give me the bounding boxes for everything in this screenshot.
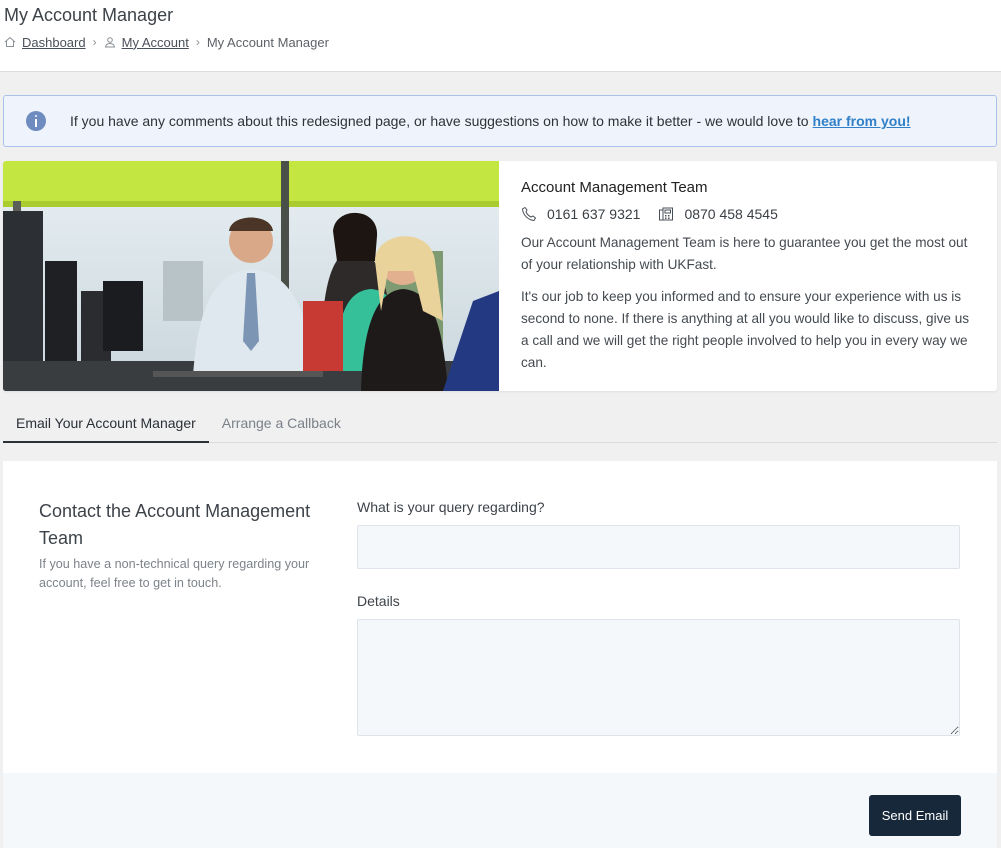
form-heading: Contact the Account Management Team [39, 501, 311, 548]
page-title: My Account Manager [4, 5, 174, 25]
send-email-button[interactable]: Send Email [869, 795, 961, 836]
phone-number: 0161 637 9321 [521, 206, 640, 222]
breadcrumb-link-dashboard[interactable]: Dashboard [22, 35, 86, 50]
team-description: Our Account Management Team is here to g… [521, 235, 968, 272]
hear-from-you-link[interactable]: hear from you! [813, 113, 911, 129]
form-intro: Contact the Account Management Team If y… [39, 498, 329, 593]
home-icon [4, 36, 16, 47]
contact-numbers: 0161 637 9321 0870 458 4545 [521, 206, 971, 222]
page-header: My Account Manager Dashboard › My Accoun… [0, 0, 1001, 72]
phone-number-text: 0161 637 9321 [547, 206, 641, 222]
chevron-right-icon: › [92, 35, 97, 49]
team-photo-image [3, 161, 499, 391]
chevron-right-icon: › [195, 35, 200, 49]
fax-number: 0870 458 4545 [658, 206, 778, 222]
contact-form-card: Contact the Account Management Team If y… [3, 461, 997, 848]
details-textarea[interactable] [357, 619, 960, 736]
query-label: What is your query regarding? [357, 499, 545, 515]
team-info: Account Management Team 0161 637 9321 08… [521, 179, 971, 384]
feedback-notice: If you have any comments about this rede… [3, 95, 997, 147]
breadcrumb: Dashboard › My Account › My Account Mana… [4, 34, 329, 50]
breadcrumb-current: My Account Manager [206, 34, 329, 50]
team-description: It's our job to keep you informed and to… [521, 289, 970, 370]
phone-icon [521, 206, 537, 222]
user-icon [104, 37, 115, 48]
team-photo [3, 161, 499, 391]
tab-email-account-manager[interactable]: Email Your Account Manager [3, 404, 209, 443]
team-name: Account Management Team [521, 179, 708, 196]
query-input[interactable] [357, 525, 960, 569]
notice-text: If you have any comments about this rede… [70, 113, 809, 129]
form-fields: What is your query regarding? Details [357, 499, 960, 741]
details-label: Details [357, 593, 400, 609]
account-team-card: Account Management Team 0161 637 9321 08… [3, 161, 997, 391]
contact-tabs: Email Your Account Manager Arrange a Cal… [3, 404, 997, 443]
form-subtext: If you have a non-technical query regard… [39, 557, 310, 590]
form-footer: Send Email [3, 773, 997, 848]
fax-number-text: 0870 458 4545 [684, 206, 778, 222]
info-icon [26, 111, 46, 131]
breadcrumb-link-my-account[interactable]: My Account [122, 35, 189, 50]
tab-arrange-callback[interactable]: Arrange a Callback [209, 404, 354, 443]
fax-icon [659, 207, 674, 221]
